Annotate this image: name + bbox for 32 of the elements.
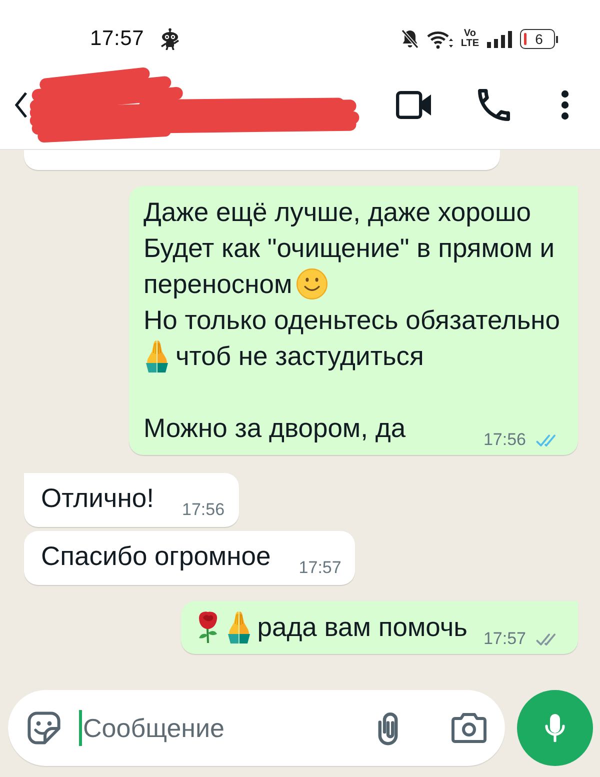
- phone-icon[interactable]: [478, 88, 510, 120]
- video-call-icon[interactable]: [396, 90, 432, 118]
- more-options-icon[interactable]: [561, 90, 569, 120]
- camera-icon[interactable]: [451, 712, 487, 744]
- microphone-icon: [545, 714, 565, 742]
- low-charge-icon: [524, 33, 527, 45]
- wifi-icon: [426, 29, 453, 49]
- back-icon[interactable]: [14, 90, 28, 118]
- message-time: 17:56: [483, 430, 526, 450]
- signal-icon: [487, 30, 512, 48]
- message-text: Можно за двором, да: [143, 412, 406, 445]
- battery-level: 6: [534, 31, 544, 47]
- paperclip-icon[interactable]: [377, 710, 399, 746]
- message-text: рада вам помочь: [257, 611, 468, 644]
- message-text: Но только оденьтесь обязательно: [143, 304, 560, 337]
- robot-icon: [159, 28, 182, 50]
- muted-bell-icon: [400, 29, 419, 49]
- message-time: 17:57: [483, 629, 526, 649]
- message-text: переносном: [143, 268, 292, 301]
- message-text: Отлично!: [41, 482, 154, 515]
- message-text: Будет как "очищение" в прямом и: [143, 232, 555, 265]
- sticker-icon[interactable]: [27, 711, 61, 745]
- smiley-emoji-icon: [296, 268, 328, 300]
- message-time: 17:56: [182, 500, 225, 520]
- message-field[interactable]: Сообщение: [8, 690, 505, 766]
- network-type-label: Vo LTE: [460, 29, 479, 49]
- status-time: 17:57: [90, 26, 144, 52]
- message-text: Спасибо огромное: [41, 540, 271, 573]
- message-text: чтоб не застудиться: [175, 340, 424, 373]
- message-input[interactable]: Сообщение: [82, 708, 377, 748]
- message-text: Даже ещё лучше, даже хорошо: [143, 196, 532, 229]
- message-time: 17:57: [298, 558, 342, 578]
